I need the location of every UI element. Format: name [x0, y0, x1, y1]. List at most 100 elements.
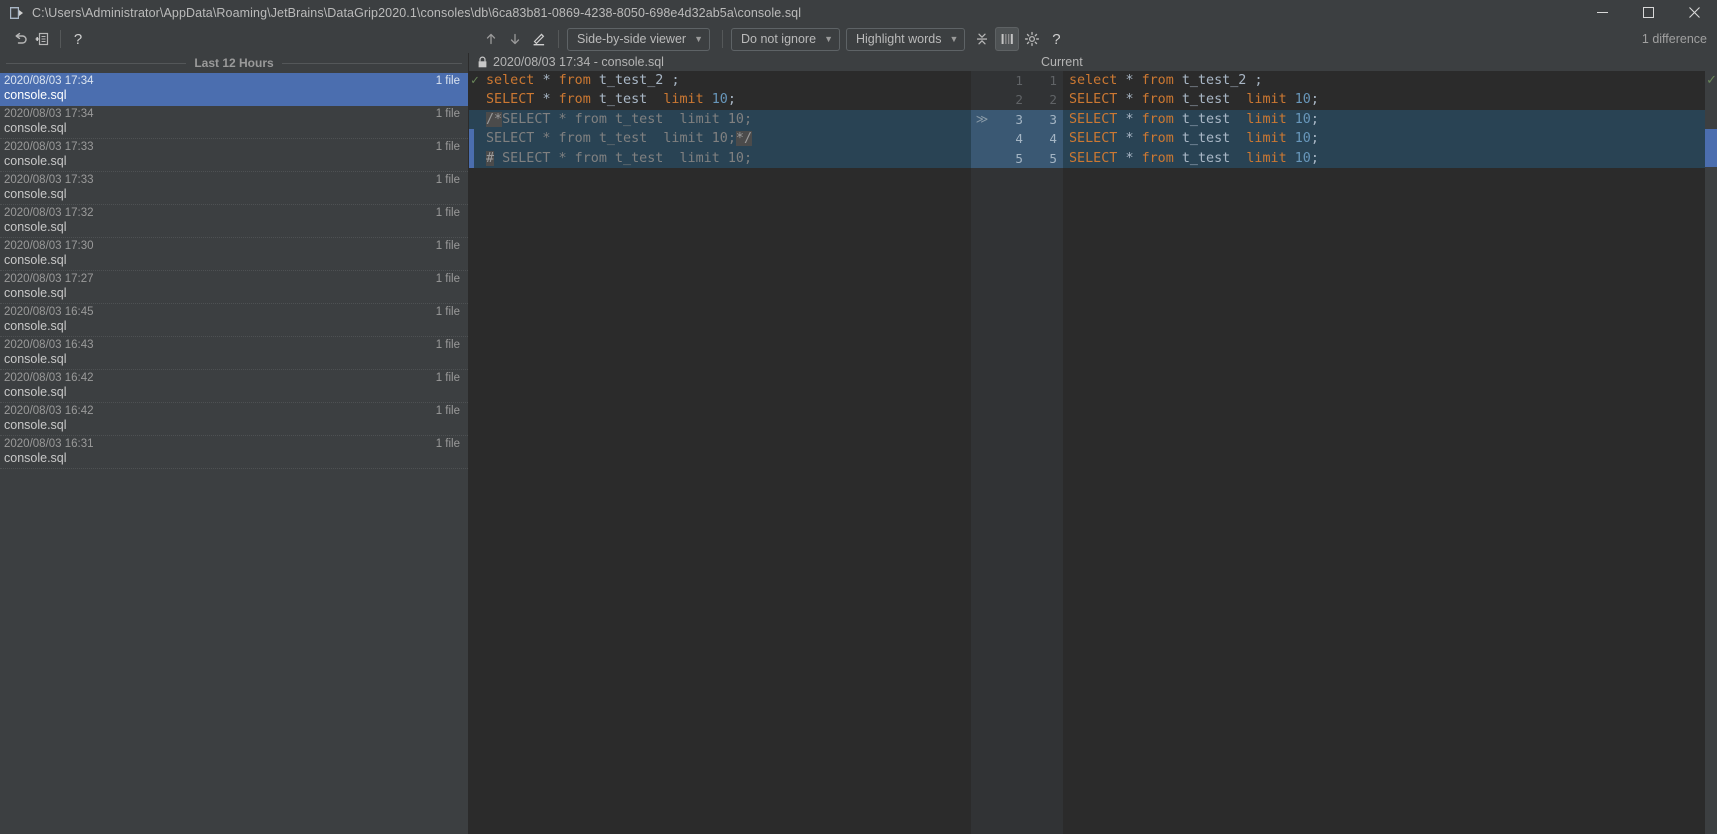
history-list-item[interactable]: 2020/08/03 16:31 1 file console.sql [0, 436, 468, 469]
history-item-timestamp: 2020/08/03 16:43 [4, 339, 94, 351]
history-list-item[interactable]: 2020/08/03 17:34 1 file console.sql [0, 106, 468, 139]
code-token: limit [1246, 111, 1287, 127]
help-icon[interactable]: ? [67, 28, 89, 50]
code-line[interactable]: SELECT * from t_test limit 10;*/ [469, 129, 971, 149]
history-item-header: 2020/08/03 16:43 1 file [4, 339, 460, 351]
window-controls [1579, 0, 1717, 25]
gutter-line[interactable]: 44 [971, 129, 1063, 149]
code-line[interactable]: # SELECT * from t_test limit 10; [469, 148, 971, 168]
code-line[interactable]: SELECT * from t_test limit 10; [469, 90, 971, 110]
gutter-line[interactable]: 55 [971, 148, 1063, 168]
history-item-header: 2020/08/03 17:30 1 file [4, 240, 460, 252]
code-token: 10 [1294, 150, 1311, 166]
code-line[interactable]: ✓ select * from t_test_2 ; [469, 71, 971, 91]
apply-change-arrow-icon[interactable]: ≫ [971, 110, 993, 129]
maximize-icon[interactable] [1625, 0, 1671, 25]
create-patch-icon[interactable] [32, 28, 54, 50]
code-line[interactable]: SELECT * from t_test limit 10; [1063, 90, 1717, 110]
code-token: # [486, 150, 495, 166]
history-item-timestamp: 2020/08/03 17:30 [4, 240, 94, 252]
show-whitespace-icon[interactable] [995, 27, 1020, 51]
code-line[interactable]: SELECT * from t_test limit 10; [1063, 109, 1717, 130]
code-line[interactable]: select * from t_test_2 ; [1063, 71, 1717, 91]
code-token: t_test [1181, 111, 1231, 127]
code-line[interactable]: /*SELECT * from t_test limit 10; [469, 109, 971, 130]
gutter-line-number-right: 1 [1049, 73, 1057, 88]
history-list-item[interactable]: 2020/08/03 17:33 1 file console.sql [0, 139, 468, 172]
code-line[interactable]: SELECT * from t_test limit 10; [1063, 148, 1717, 168]
history-list-item[interactable]: 2020/08/03 16:43 1 file console.sql [0, 337, 468, 370]
code-token: SELECT * from t_test limit 10; [502, 111, 753, 127]
left-editor-pane[interactable]: ✓ select * from t_test_2 ; SELECT * from t… [469, 71, 971, 834]
history-list-item[interactable]: 2020/08/03 16:45 1 file console.sql [0, 304, 468, 337]
history-list-item[interactable]: 2020/08/03 17:33 1 file console.sql [0, 172, 468, 205]
code-token: SELECT [486, 92, 535, 108]
history-item-filename: console.sql [4, 319, 67, 333]
history-item-file-count: 1 file [435, 240, 460, 252]
right-editor-pane[interactable]: select * from t_test_2 ; SELECT * from t_… [1063, 71, 1717, 834]
ignore-policy-dropdown[interactable]: Do not ignore ▼ [731, 27, 840, 51]
arrow-down-icon[interactable] [504, 28, 526, 50]
code-token: 10 [1294, 131, 1311, 147]
header-rule-right [282, 63, 462, 64]
history-item-file-count: 1 file [435, 405, 460, 417]
code-token: from [1141, 150, 1174, 166]
code-token: SELECT [1069, 150, 1118, 166]
question-mark-glyph: ? [1052, 30, 1061, 48]
code-token: select [1069, 73, 1118, 88]
code-token: SELECT [1069, 92, 1118, 108]
diff-gutter[interactable]: 1 1 2 2 ≫ 3 3 4 4 5 5 [971, 71, 1063, 834]
header-rule-left [6, 63, 186, 64]
arrow-up-icon[interactable] [480, 28, 502, 50]
history-list-item[interactable]: 2020/08/03 17:27 1 file console.sql [0, 271, 468, 304]
close-icon[interactable] [1671, 0, 1717, 25]
no-problems-check-icon: ✓ [471, 73, 479, 88]
code-token: from [1141, 111, 1174, 127]
code-token: from [558, 92, 591, 108]
history-group-title: Last 12 Hours [186, 56, 282, 70]
minimize-icon[interactable] [1579, 0, 1625, 25]
history-item-header: 2020/08/03 16:31 1 file [4, 438, 460, 450]
gutter-line-number-right: 3 [1049, 111, 1057, 127]
diff-marker-scrollbar[interactable]: ✓ [1705, 71, 1717, 834]
gutter-line[interactable]: ≫ 3 3 [971, 109, 1063, 130]
history-list-item[interactable]: 2020/08/03 17:32 1 file console.sql [0, 205, 468, 238]
gutter-line[interactable]: 22 [971, 90, 1063, 109]
code-token: t_test [1181, 92, 1231, 108]
history-item-header: 2020/08/03 17:33 1 file [4, 174, 460, 186]
revert-icon[interactable] [10, 28, 32, 50]
history-item-file-count: 1 file [435, 273, 460, 285]
gutter-line[interactable]: 11 [971, 71, 1063, 90]
history-item-header: 2020/08/03 17:33 1 file [4, 141, 460, 153]
history-list-item[interactable]: 2020/08/03 16:42 1 file console.sql [0, 370, 468, 403]
gear-icon[interactable] [1021, 28, 1043, 50]
viewer-mode-dropdown[interactable]: Side-by-side viewer ▼ [567, 27, 710, 51]
history-group-header: Last 12 Hours [0, 53, 468, 73]
history-list[interactable]: 2020/08/03 17:34 1 file console.sql 2020/08… [0, 73, 468, 834]
code-token: ; [1310, 111, 1319, 127]
diff-change-marker[interactable] [1705, 129, 1717, 167]
history-list-item[interactable]: 2020/08/03 16:42 1 file console.sql [0, 403, 468, 436]
highlight-mode-dropdown[interactable]: Highlight words ▼ [845, 27, 966, 51]
code-line[interactable]: SELECT * from t_test limit 10; [1063, 129, 1717, 149]
history-item-filename: console.sql [4, 286, 67, 300]
collapse-unchanged-icon[interactable] [971, 28, 993, 50]
gutter-line-number-left: 3 [1015, 111, 1023, 127]
history-list-item[interactable]: 2020/08/03 17:30 1 file console.sql [0, 238, 468, 271]
code-token: 10 [1294, 111, 1311, 127]
history-list-item[interactable]: 2020/08/03 17:34 1 file console.sql [0, 73, 468, 106]
code-token: t_test [598, 92, 648, 108]
chevron-down-icon: ▼ [824, 33, 833, 44]
code-token: t_test [1181, 131, 1231, 147]
question-mark-icon[interactable]: ? [1045, 28, 1067, 50]
left-pane-title-text: 2020/08/03 17:34 - console.sql [493, 55, 664, 69]
pencil-icon[interactable] [528, 28, 550, 50]
